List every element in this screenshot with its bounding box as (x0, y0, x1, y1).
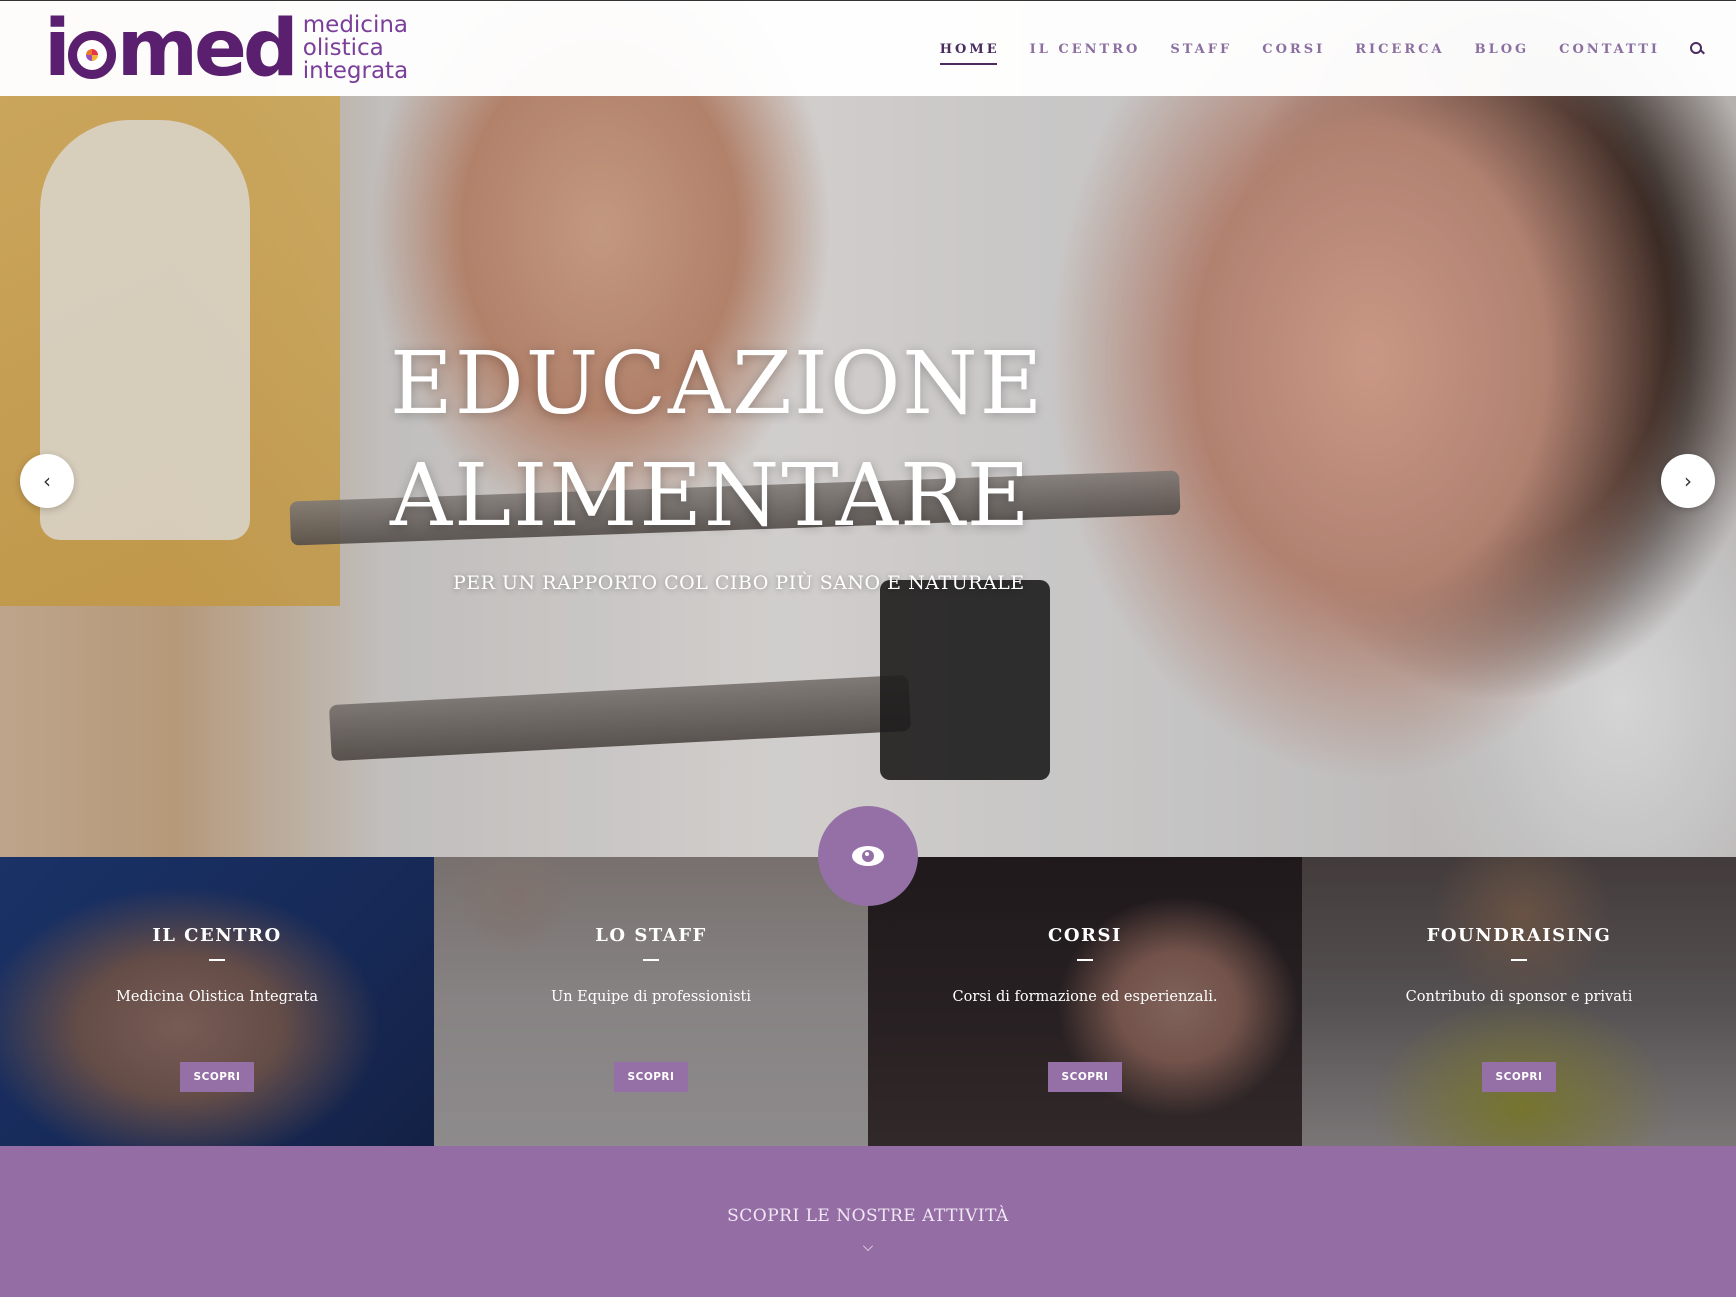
tile-title: LO STAFF (595, 925, 707, 946)
eye-icon (852, 846, 884, 866)
nav-item-corsi[interactable]: CORSI (1262, 36, 1325, 63)
tile-title: CORSI (1048, 925, 1122, 946)
scopri-button[interactable]: SCOPRI (1048, 1062, 1122, 1092)
logo-o-icon (67, 31, 116, 79)
tile-description: Corsi di formazione ed esperienzali. (952, 989, 1218, 1005)
site-logo[interactable]: i med medicina olistica integrata (44, 4, 409, 94)
tile-divider (209, 959, 225, 961)
nav-item-ricerca[interactable]: RICERCA (1355, 36, 1444, 63)
hero-slider: EDUCAZIONE ALIMENTARE PER UN RAPPORTO CO… (0, 0, 1736, 857)
scopri-button[interactable]: SCOPRI (180, 1062, 254, 1092)
nav-item-contatti[interactable]: CONTATTI (1559, 36, 1660, 63)
tile-il-centro: IL CENTRO Medicina Olistica Integrata SC… (0, 857, 434, 1146)
scopri-button[interactable]: SCOPRI (614, 1062, 688, 1092)
scopri-button[interactable]: SCOPRI (1482, 1062, 1556, 1092)
tile-divider (1511, 959, 1527, 961)
tile-title: FOUNDRAISING (1426, 925, 1612, 946)
nav-item-il-centro[interactable]: IL CENTRO (1030, 36, 1141, 63)
logo-mark: i med (44, 4, 299, 94)
hero-title: EDUCAZIONE ALIMENTARE (390, 334, 1045, 546)
activities-band: SCOPRI LE NOSTRE ATTIVITÀ (0, 1146, 1736, 1297)
site-header: i med medicina olistica integrata HOME IL… (0, 0, 1736, 96)
chevron-left-icon: ‹ (43, 469, 51, 493)
tile-description: Un Equipe di professionisti (550, 989, 752, 1005)
nav-item-home[interactable]: HOME (939, 36, 1000, 65)
hero-subtitle: PER UN RAPPORTO COL CIBO PIÙ SANO E NATU… (453, 572, 1025, 594)
activities-heading[interactable]: SCOPRI LE NOSTRE ATTIVITÀ (0, 1206, 1736, 1226)
chevron-right-icon: › (1684, 469, 1692, 493)
view-toggle-button[interactable] (818, 806, 918, 906)
chevron-down-icon[interactable] (863, 1241, 873, 1251)
nav-item-staff[interactable]: STAFF (1170, 36, 1232, 63)
slider-next-button[interactable]: › (1661, 454, 1715, 508)
tile-description: Medicina Olistica Integrata (116, 989, 318, 1005)
nav-item-blog[interactable]: BLOG (1475, 36, 1530, 63)
tile-divider (1077, 959, 1093, 961)
slider-prev-button[interactable]: ‹ (20, 454, 74, 508)
tile-description: Contributo di sponsor e privati (1405, 989, 1633, 1005)
tile-corsi: CORSI Corsi di formazione ed esperienzal… (868, 857, 1302, 1146)
search-icon[interactable] (1690, 42, 1704, 56)
main-nav: HOME IL CENTRO STAFF CORSI RICERCA BLOG … (910, 1, 1736, 97)
logo-tagline: medicina olistica integrata (302, 12, 409, 84)
tile-foundraising: FOUNDRAISING Contributo di sponsor e pri… (1302, 857, 1736, 1146)
tile-lo-staff: LO STAFF Un Equipe di professionisti SCO… (434, 857, 868, 1146)
tile-divider (643, 959, 659, 961)
tile-title: IL CENTRO (152, 925, 282, 946)
